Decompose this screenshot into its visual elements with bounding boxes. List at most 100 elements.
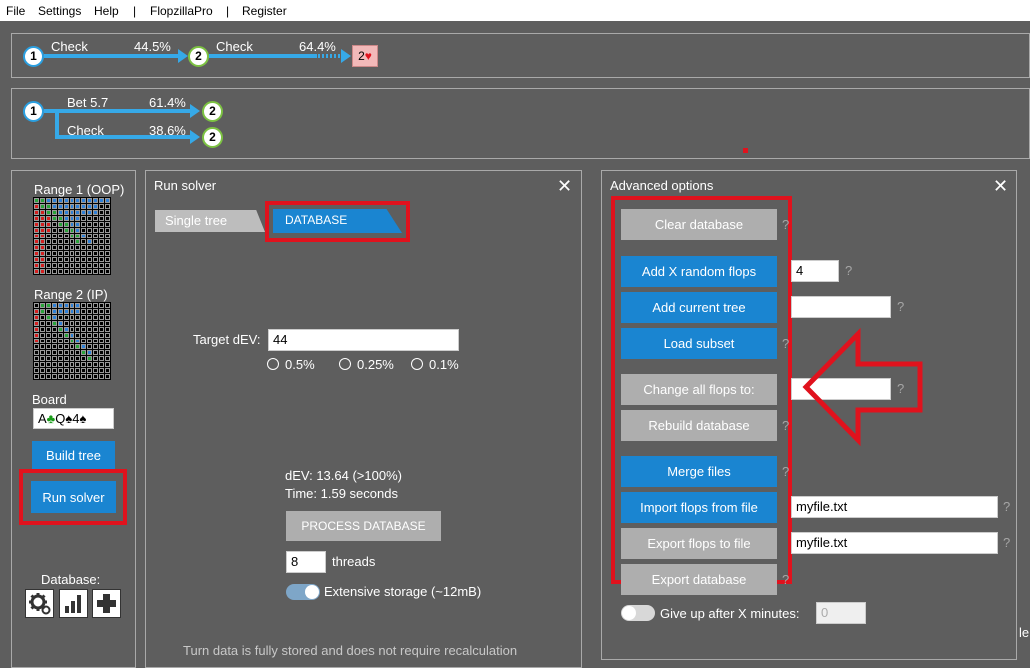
give-up-toggle[interactable] <box>621 605 655 621</box>
extensive-storage-toggle[interactable] <box>286 584 320 600</box>
range-cell[interactable] <box>105 368 110 374</box>
range-cell[interactable] <box>81 356 87 362</box>
range-cell[interactable] <box>57 257 63 263</box>
range-cell[interactable] <box>57 209 63 215</box>
range-cell[interactable] <box>75 368 81 374</box>
range-cell[interactable] <box>99 374 105 379</box>
range-cell[interactable] <box>39 215 45 221</box>
range-cell[interactable] <box>51 209 57 215</box>
range-cell[interactable] <box>87 221 93 227</box>
add-random-flops-button[interactable]: Add X random flops <box>621 256 777 287</box>
range-cell[interactable] <box>34 332 39 338</box>
range-cell[interactable] <box>63 368 69 374</box>
range-cell[interactable] <box>81 362 87 368</box>
range-cell[interactable] <box>34 257 39 263</box>
range-cell[interactable] <box>45 338 51 344</box>
range-cell[interactable] <box>51 338 57 344</box>
range-cell[interactable] <box>34 215 39 221</box>
range-cell[interactable] <box>81 227 87 233</box>
range-cell[interactable] <box>99 356 105 362</box>
range-cell[interactable] <box>45 227 51 233</box>
range-cell[interactable] <box>105 215 110 221</box>
range-cell[interactable] <box>39 368 45 374</box>
range-cell[interactable] <box>81 269 87 274</box>
range-cell[interactable] <box>57 227 63 233</box>
range-cell[interactable] <box>99 227 105 233</box>
range-cell[interactable] <box>99 221 105 227</box>
range-cell[interactable] <box>45 374 51 379</box>
range-cell[interactable] <box>45 314 51 320</box>
range-cell[interactable] <box>39 350 45 356</box>
range-cell[interactable] <box>105 314 110 320</box>
range-cell[interactable] <box>93 314 99 320</box>
range-cell[interactable] <box>81 350 87 356</box>
range-cell[interactable] <box>99 257 105 263</box>
range-cell[interactable] <box>99 269 105 274</box>
range-cell[interactable] <box>39 263 45 269</box>
range-cell[interactable] <box>81 314 87 320</box>
range-cell[interactable] <box>63 332 69 338</box>
range-cell[interactable] <box>45 233 51 239</box>
range-cell[interactable] <box>39 320 45 326</box>
range-cell[interactable] <box>51 344 57 350</box>
range-cell[interactable] <box>87 362 93 368</box>
range-cell[interactable] <box>87 303 93 308</box>
range-cell[interactable] <box>99 326 105 332</box>
range-cell[interactable] <box>69 269 75 274</box>
rebuild-database-button[interactable]: Rebuild database <box>621 410 777 441</box>
range-cell[interactable] <box>45 303 51 308</box>
give-up-minutes-input[interactable]: 0 <box>816 602 866 624</box>
menu-register[interactable]: Register <box>242 4 287 18</box>
range-cell[interactable] <box>81 303 87 308</box>
range-cell[interactable] <box>93 209 99 215</box>
range-cell[interactable] <box>39 362 45 368</box>
threads-input[interactable]: 8 <box>286 551 326 573</box>
range-cell[interactable] <box>34 209 39 215</box>
range-cell[interactable] <box>93 332 99 338</box>
range-cell[interactable] <box>45 308 51 314</box>
range-cell[interactable] <box>75 362 81 368</box>
range-cell[interactable] <box>51 303 57 308</box>
range-cell[interactable] <box>81 251 87 257</box>
range-cell[interactable] <box>75 251 81 257</box>
range-cell[interactable] <box>63 251 69 257</box>
range-cell[interactable] <box>93 368 99 374</box>
range-cell[interactable] <box>87 308 93 314</box>
range-cell[interactable] <box>51 257 57 263</box>
range-cell[interactable] <box>99 338 105 344</box>
range-cell[interactable] <box>81 198 87 203</box>
radio-button[interactable] <box>267 358 279 370</box>
range-cell[interactable] <box>39 374 45 379</box>
range-cell[interactable] <box>87 245 93 251</box>
export-flops-button[interactable]: Export flops to file <box>621 528 777 559</box>
range-cell[interactable] <box>45 251 51 257</box>
menu-flopzillapro[interactable]: FlopzillaPro <box>150 4 213 18</box>
range-cell[interactable] <box>105 332 110 338</box>
range-cell[interactable] <box>87 368 93 374</box>
range-cell[interactable] <box>63 239 69 245</box>
range-cell[interactable] <box>63 233 69 239</box>
range-cell[interactable] <box>93 362 99 368</box>
range-cell[interactable] <box>75 350 81 356</box>
range-cell[interactable] <box>57 239 63 245</box>
range-cell[interactable] <box>105 263 110 269</box>
range-cell[interactable] <box>34 233 39 239</box>
range-cell[interactable] <box>69 215 75 221</box>
range-cell[interactable] <box>63 263 69 269</box>
range-cell[interactable] <box>105 233 110 239</box>
range-cell[interactable] <box>75 269 81 274</box>
range-cell[interactable] <box>57 251 63 257</box>
range-cell[interactable] <box>51 356 57 362</box>
range-cell[interactable] <box>63 308 69 314</box>
range-cell[interactable] <box>34 374 39 379</box>
range-cell[interactable] <box>45 239 51 245</box>
range-cell[interactable] <box>99 332 105 338</box>
range-cell[interactable] <box>93 303 99 308</box>
help-icon[interactable]: ? <box>897 299 904 314</box>
range-cell[interactable] <box>34 251 39 257</box>
range-cell[interactable] <box>69 221 75 227</box>
menu-settings[interactable]: Settings <box>38 4 81 18</box>
range-cell[interactable] <box>87 251 93 257</box>
range-cell[interactable] <box>57 326 63 332</box>
range-cell[interactable] <box>93 233 99 239</box>
